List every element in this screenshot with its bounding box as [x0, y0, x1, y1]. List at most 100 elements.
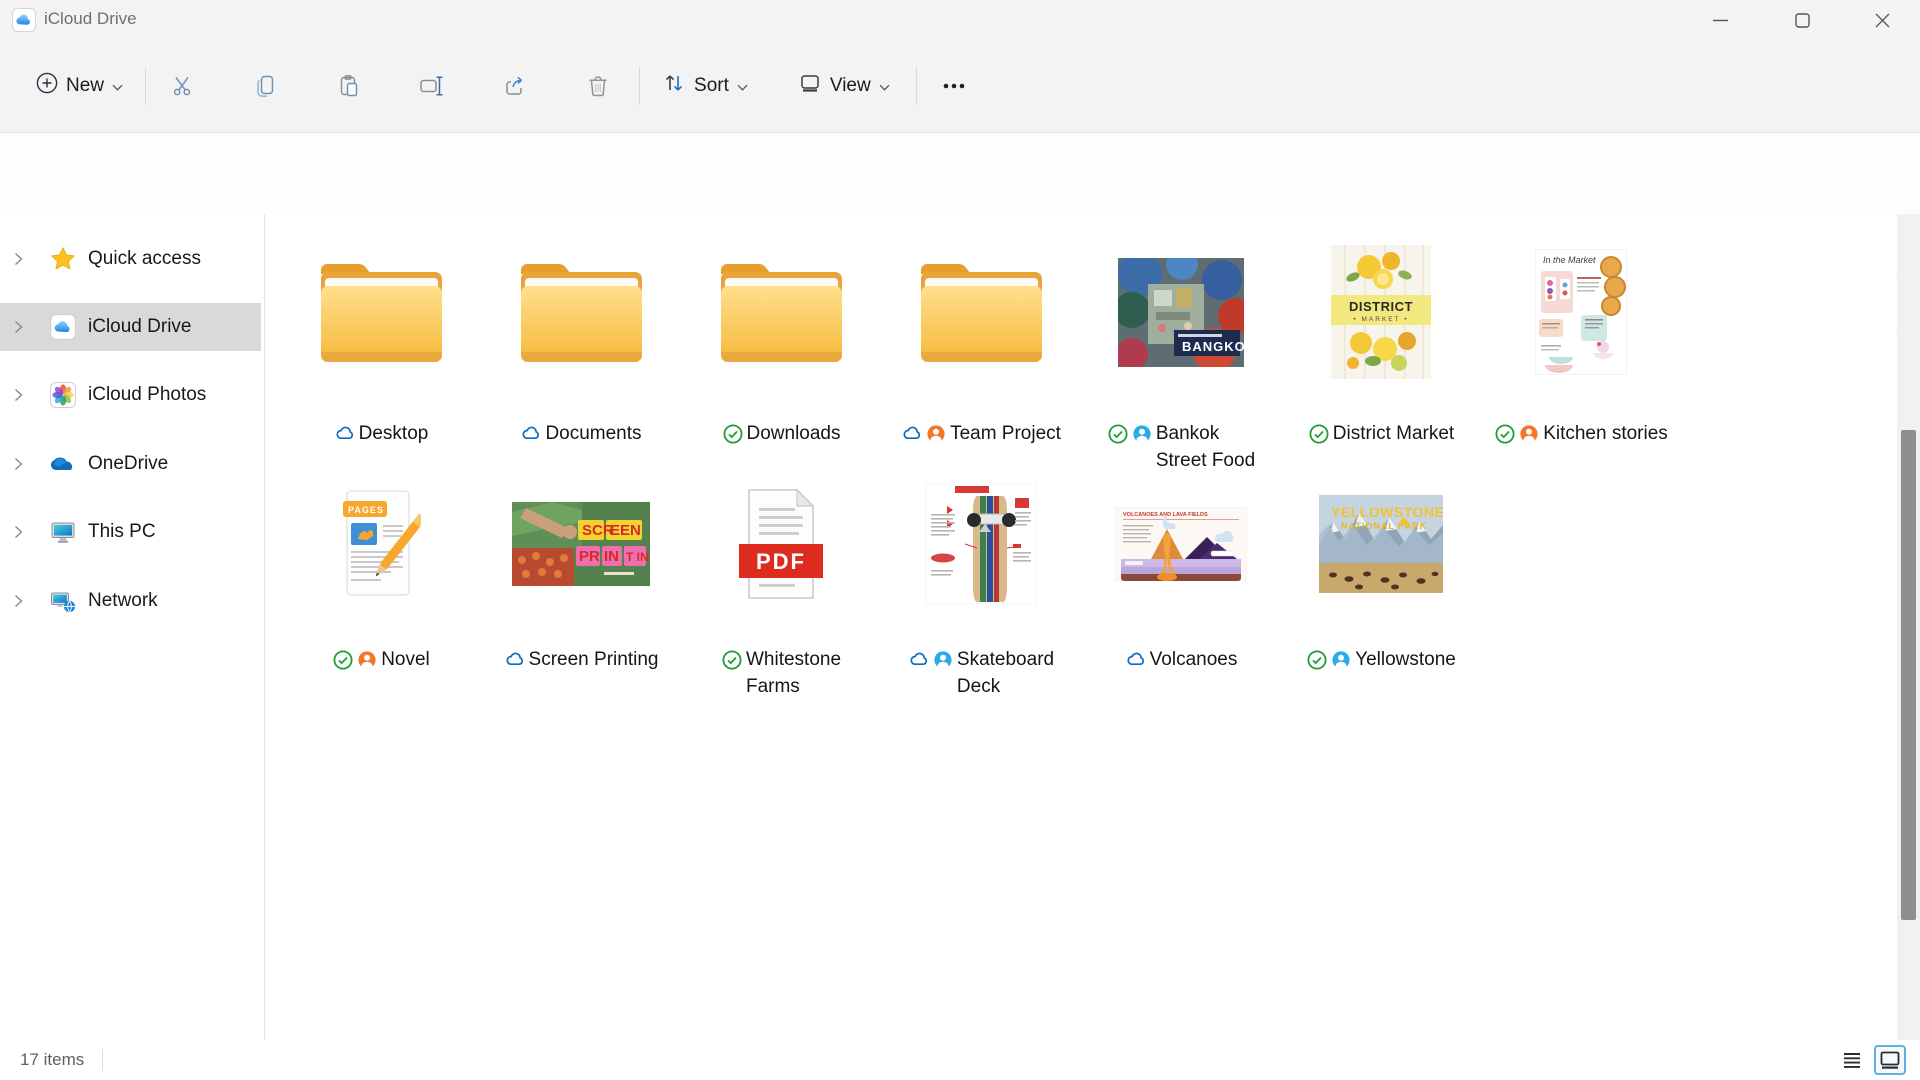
rename-button[interactable] — [409, 64, 455, 108]
svg-text:• MARKET •: • MARKET • — [1353, 316, 1408, 323]
svg-text:NATIONAL PARK: NATIONAL PARK — [1341, 521, 1427, 531]
file-item-team-project[interactable]: Team Project — [881, 226, 1081, 447]
share-button[interactable] — [492, 64, 538, 108]
synced-check-badge-icon — [1308, 423, 1330, 445]
photo-thumbnail: YELLOWSTONENATIONAL PARK — [1319, 495, 1443, 593]
file-item-kitchen-stories[interactable]: In the MarketKitchen stories — [1481, 226, 1681, 447]
file-name: Documents — [545, 420, 641, 447]
view-icon — [798, 71, 822, 101]
file-thumbnail: VOLCANOES AND LAVA FIELDS — [1081, 464, 1281, 624]
scrollbar-thumb[interactable] — [1901, 430, 1916, 920]
sidebar-item-icloud-photos[interactable]: iCloud Photos — [0, 371, 261, 419]
folder-icon — [709, 256, 854, 368]
share-icon — [503, 74, 527, 98]
see-more-button[interactable] — [931, 64, 977, 108]
sidebar-item-label: Network — [88, 590, 158, 612]
file-item-whitestone-farms[interactable]: PDFWhitestone Farms — [681, 464, 881, 700]
scissors-icon — [171, 74, 195, 98]
file-thumbnail: BANGKOK — [1081, 226, 1281, 398]
cut-button[interactable] — [160, 64, 206, 108]
expand-chevron-icon[interactable] — [14, 320, 28, 334]
paste-button[interactable] — [326, 64, 372, 108]
file-explorer-window: iCloud Drive New — [0, 0, 1920, 1080]
large-icons-view-button[interactable] — [1874, 1045, 1906, 1075]
vertical-scrollbar[interactable] — [1897, 214, 1920, 1040]
view-button-label: View — [830, 75, 871, 97]
sidebar-item-icloud-drive[interactable]: iCloud Drive — [0, 303, 261, 351]
status-badges — [721, 649, 743, 671]
command-toolbar: New Sort — [0, 40, 1920, 132]
cloud-sync-badge-icon — [1125, 649, 1147, 671]
document-thumbnail: DISTRICT• MARKET • — [1331, 245, 1431, 379]
expand-chevron-icon[interactable] — [14, 388, 28, 402]
delete-button[interactable] — [575, 64, 621, 108]
window-title: iCloud Drive — [44, 9, 137, 29]
sort-arrows-icon — [662, 71, 686, 101]
expand-chevron-icon[interactable] — [14, 525, 28, 539]
chevron-down-icon — [737, 75, 748, 97]
file-thumbnail — [281, 226, 481, 398]
sidebar-item-quick-access[interactable]: Quick access — [0, 235, 261, 283]
status-badges — [332, 649, 378, 671]
sidebar-item-label: iCloud Drive — [88, 316, 191, 338]
file-thumbnail: PAGES — [281, 464, 481, 624]
expand-chevron-icon[interactable] — [14, 594, 28, 608]
plus-circle-icon — [36, 72, 58, 100]
copy-button[interactable] — [243, 64, 289, 108]
file-item-screen-printing[interactable]: SCREENPRINT INGScreen Printing — [481, 464, 681, 673]
file-item-volcanoes[interactable]: VOLCANOES AND LAVA FIELDS Volcanoes — [1081, 464, 1281, 673]
sidebar-item-network[interactable]: Network — [0, 577, 261, 625]
sort-button-label: Sort — [694, 75, 729, 97]
file-item-downloads[interactable]: Downloads — [681, 226, 881, 447]
new-button[interactable]: New — [24, 64, 135, 108]
file-name: Volcanoes — [1150, 646, 1238, 673]
svg-text:T ING: T ING — [626, 550, 650, 564]
svg-text:In the Market: In the Market — [1543, 255, 1596, 265]
file-item-bankok-street-food[interactable]: BANGKOKBankok Street Food — [1081, 226, 1281, 474]
cloud-sync-badge-icon — [901, 423, 923, 445]
synced-check-badge-icon — [721, 649, 743, 671]
icloud-app-icon — [12, 8, 36, 32]
document-thumbnail: In the Market — [1535, 249, 1627, 375]
close-button[interactable] — [1859, 0, 1905, 40]
status-badges — [901, 423, 947, 445]
view-button[interactable]: View — [786, 64, 902, 108]
network-icon — [50, 588, 76, 614]
file-item-yellowstone[interactable]: YELLOWSTONENATIONAL PARK Yellowstone — [1281, 464, 1481, 673]
file-name: Yellowstone — [1355, 646, 1456, 673]
expand-chevron-icon[interactable] — [14, 457, 28, 471]
sidebar-item-this-pc[interactable]: This PC — [0, 508, 261, 556]
chevron-down-icon — [879, 75, 890, 97]
file-item-district-market[interactable]: DISTRICT• MARKET •District Market — [1281, 226, 1481, 447]
chevron-down-icon — [112, 75, 123, 97]
file-thumbnail — [881, 464, 1081, 624]
status-badges — [334, 423, 356, 445]
file-item-skateboard-deck[interactable]: Skateboard Deck — [881, 464, 1081, 700]
cloud-sync-badge-icon — [908, 649, 930, 671]
file-item-documents[interactable]: Documents — [481, 226, 681, 447]
status-badges — [722, 423, 744, 445]
status-badges — [1306, 649, 1352, 671]
navigation-row: iCloud Drive Search iCloud Drive — [0, 134, 1920, 214]
sidebar-item-onedrive[interactable]: OneDrive — [0, 440, 261, 488]
shared-person-badge-icon — [925, 423, 947, 445]
minimize-button[interactable] — [1697, 0, 1743, 40]
file-item-novel[interactable]: PAGES Novel — [281, 464, 481, 673]
file-name: Screen Printing — [529, 646, 659, 673]
navigation-pane: Quick access iCloud Drive iCloud Photos One… — [0, 214, 265, 1040]
expand-chevron-icon[interactable] — [14, 252, 28, 266]
sidebar-item-label: Quick access — [88, 248, 201, 270]
svg-text:IN: IN — [604, 548, 619, 565]
file-thumbnail — [881, 226, 1081, 398]
file-name: Novel — [381, 646, 430, 673]
list-view-icon — [1843, 1052, 1861, 1068]
svg-text:PAGES: PAGES — [348, 505, 384, 515]
status-badges — [520, 423, 542, 445]
details-view-button[interactable] — [1836, 1045, 1868, 1075]
svg-text:PR: PR — [579, 548, 600, 565]
maximize-button[interactable] — [1779, 0, 1825, 40]
folder-icon — [909, 256, 1054, 368]
file-item-desktop[interactable]: Desktop — [281, 226, 481, 447]
sort-button[interactable]: Sort — [650, 64, 760, 108]
folder-icon — [509, 256, 654, 368]
